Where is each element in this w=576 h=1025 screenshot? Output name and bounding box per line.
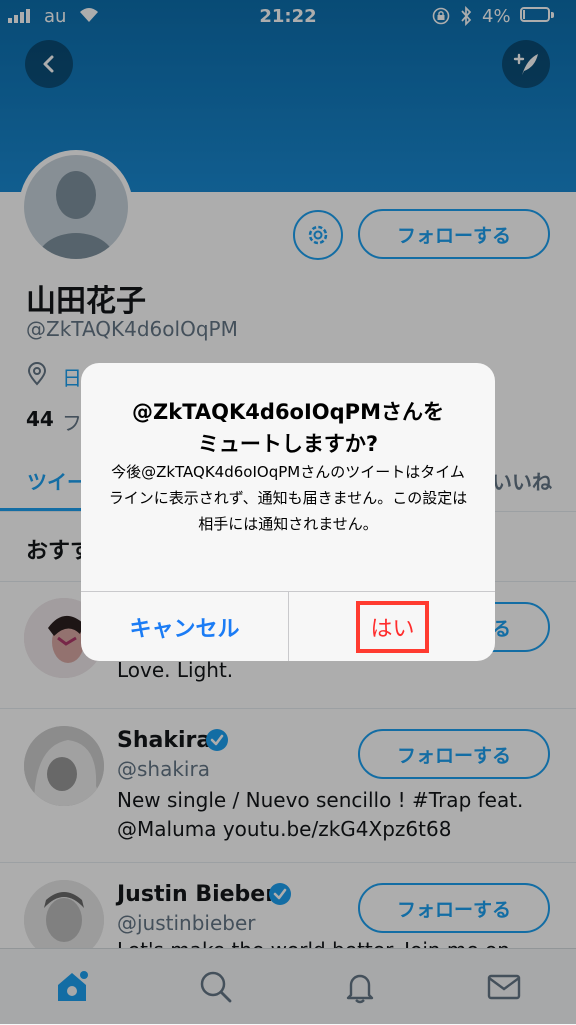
confirm-button-label: はい [356, 600, 429, 653]
mute-confirmation-dialog: @ZkTAQK4d6oIOqPMさんを ミュートしますか? 今後@ZkTAQK4… [81, 363, 495, 661]
dialog-message: 今後@ZkTAQK4d6oIOqPMさんのツイートはタイムラインに表示されず、通… [108, 463, 468, 533]
dialog-title-line: @ZkTAQK4d6oIOqPMさんを [132, 400, 444, 424]
cancel-button-label: キャンセル [129, 616, 240, 642]
dialog-title: @ZkTAQK4d6oIOqPMさんを ミュートしますか? [81, 396, 495, 460]
confirm-mute-button[interactable]: はい [289, 592, 495, 661]
dialog-title-line: ミュートしますか? [197, 432, 379, 456]
cancel-button[interactable]: キャンセル [81, 592, 288, 661]
